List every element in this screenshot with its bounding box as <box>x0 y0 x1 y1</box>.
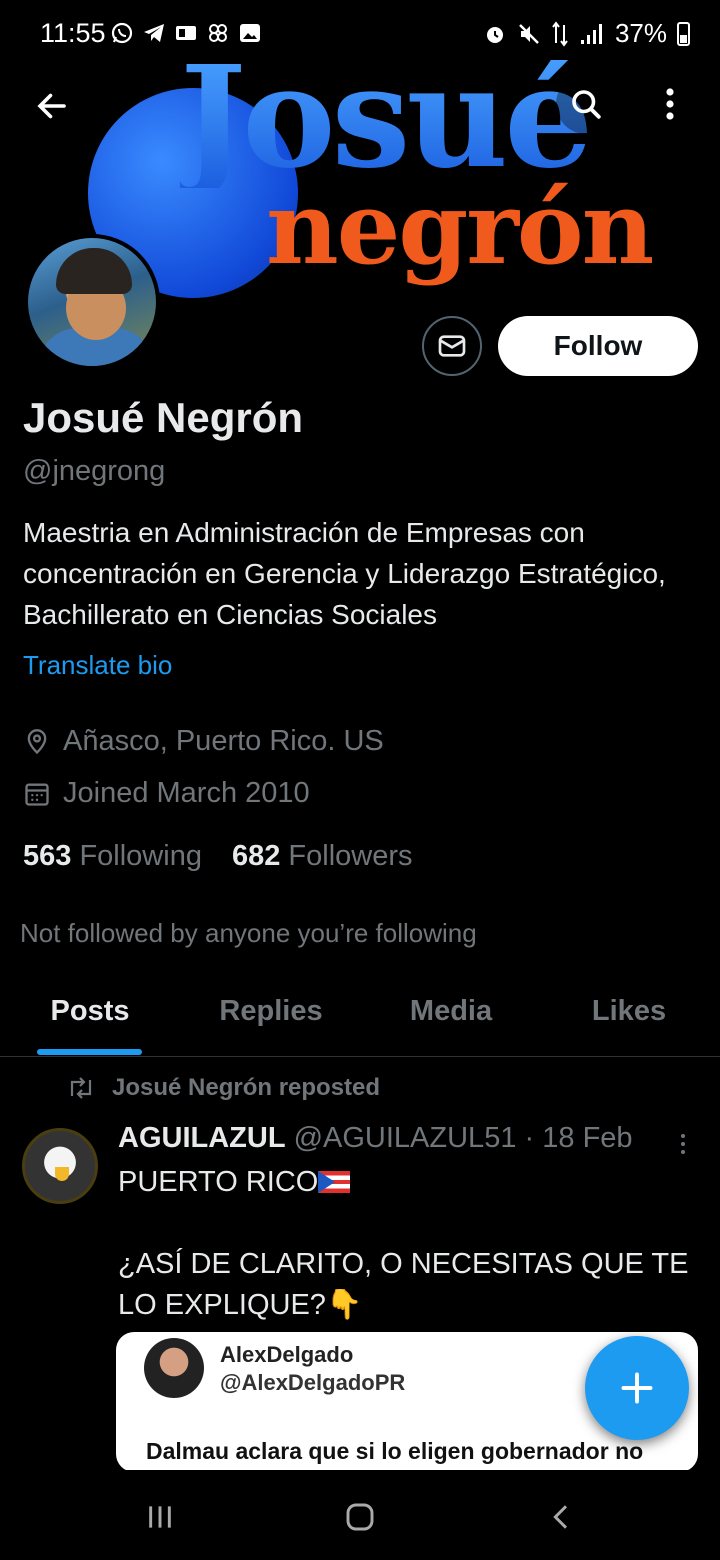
following-count-link[interactable]: 563 Following <box>23 840 202 873</box>
tweet-more-button[interactable] <box>668 1124 698 1164</box>
repost-indicator[interactable]: Josué Negrón reposted <box>66 1074 380 1102</box>
recent-apps-icon <box>149 1506 171 1528</box>
profile-display-name: Josué Negrón <box>23 394 304 441</box>
profile-avatar[interactable] <box>24 234 160 370</box>
tweet-author-name[interactable]: AGUILAZUL <box>118 1122 286 1154</box>
status-time: 11:55 <box>40 18 106 48</box>
app-notification-icon <box>176 26 196 40</box>
more-options-button[interactable] <box>640 74 700 134</box>
repost-label: Josué Negrón reposted <box>112 1074 381 1101</box>
gallery-icon <box>240 24 260 42</box>
back-button[interactable] <box>22 76 82 136</box>
card-avatar <box>144 1338 204 1398</box>
banner-name-line2: negrón <box>266 169 654 287</box>
profile-joined: Joined March 2010 <box>23 777 310 810</box>
search-icon <box>572 90 601 119</box>
envelope-icon <box>438 335 466 357</box>
tweet-header: AGUILAZUL @AGUILAZUL51 · 18 Feb <box>118 1122 633 1155</box>
battery-percent: 37% <box>614 18 667 48</box>
follow-counts: 563 Following 682 Followers <box>23 840 413 873</box>
location-pin-icon <box>27 728 47 754</box>
home-button[interactable] <box>330 1492 390 1542</box>
tab-replies[interactable]: Replies <box>219 995 322 1028</box>
card-author-name: AlexDelgado <box>220 1342 354 1367</box>
active-tab-indicator <box>37 1049 142 1055</box>
not-followed-notice: Not followed by anyone you’re following <box>20 918 477 948</box>
recent-apps-button[interactable] <box>130 1492 190 1542</box>
profile-tabs: Posts Replies Media Likes <box>0 985 720 1057</box>
tweet-text-line2: ¿ASÍ DE CLARITO, O NECESITAS QUE TE LO E… <box>118 1248 689 1321</box>
data-arrows-icon <box>552 20 568 47</box>
joined-text: Joined March 2010 <box>63 777 310 809</box>
plus-icon <box>621 1372 653 1404</box>
calendar-icon <box>25 783 49 806</box>
follow-button[interactable]: Follow <box>498 316 698 376</box>
tweet-date[interactable]: 18 Feb <box>542 1122 632 1154</box>
tweet-text: PUERTO RICO ¿ASÍ DE CLARITO, O NECESITAS… <box>118 1162 698 1326</box>
followers-label: Followers <box>288 840 413 872</box>
tweet-author-avatar[interactable] <box>22 1128 98 1204</box>
avatar-hair <box>56 248 132 294</box>
profile-location: Añasco, Puerto Rico. US <box>23 725 384 758</box>
following-count: 563 <box>23 840 72 872</box>
tweet-separator: · <box>524 1122 535 1154</box>
back-nav-button[interactable] <box>532 1492 592 1542</box>
card-author-handle: @AlexDelgadoPR <box>220 1370 406 1395</box>
card-text: Dalmau aclara que si lo eligen gobernado… <box>146 1438 644 1464</box>
repost-icon <box>70 1077 92 1099</box>
pinwheel-icon <box>209 24 227 42</box>
home-icon <box>346 1503 374 1531</box>
puerto-rico-flag-icon <box>318 1171 351 1193</box>
chevron-left-icon <box>553 1505 568 1529</box>
tab-likes[interactable]: Likes <box>592 995 666 1028</box>
translate-bio-link[interactable]: Translate bio <box>23 650 172 681</box>
telegram-icon <box>144 24 164 42</box>
system-navigation-bar <box>0 1470 720 1560</box>
tweet-text-line1: PUERTO RICO <box>118 1166 319 1198</box>
following-label: Following <box>79 840 202 872</box>
search-button[interactable] <box>556 74 616 134</box>
followers-count: 682 <box>231 840 281 872</box>
alarm-icon <box>486 26 503 43</box>
tab-posts[interactable]: Posts <box>51 995 130 1028</box>
status-system-icons: 37% <box>483 18 690 49</box>
more-vertical-icon <box>666 88 674 120</box>
tab-media[interactable]: Media <box>410 995 492 1028</box>
pointing-down-emoji-icon: 👇 <box>325 1289 363 1321</box>
message-button[interactable] <box>422 316 482 376</box>
signal-icon <box>580 23 602 44</box>
profile-bio: Maestria en Administración de Empresas c… <box>23 517 666 630</box>
followers-count-link[interactable]: 682 Followers <box>232 840 413 873</box>
eagle-beak <box>55 1167 69 1181</box>
compose-button[interactable] <box>585 1336 689 1440</box>
tweet-author-handle[interactable]: @AGUILAZUL51 <box>294 1122 517 1154</box>
profile-handle: @jnegrong <box>23 455 166 487</box>
arrow-left-icon <box>37 93 66 119</box>
mute-icon <box>519 23 539 44</box>
status-notification-icons <box>110 20 262 46</box>
battery-icon <box>677 21 690 46</box>
whatsapp-icon <box>111 22 133 44</box>
location-text: Añasco, Puerto Rico. US <box>63 725 384 757</box>
